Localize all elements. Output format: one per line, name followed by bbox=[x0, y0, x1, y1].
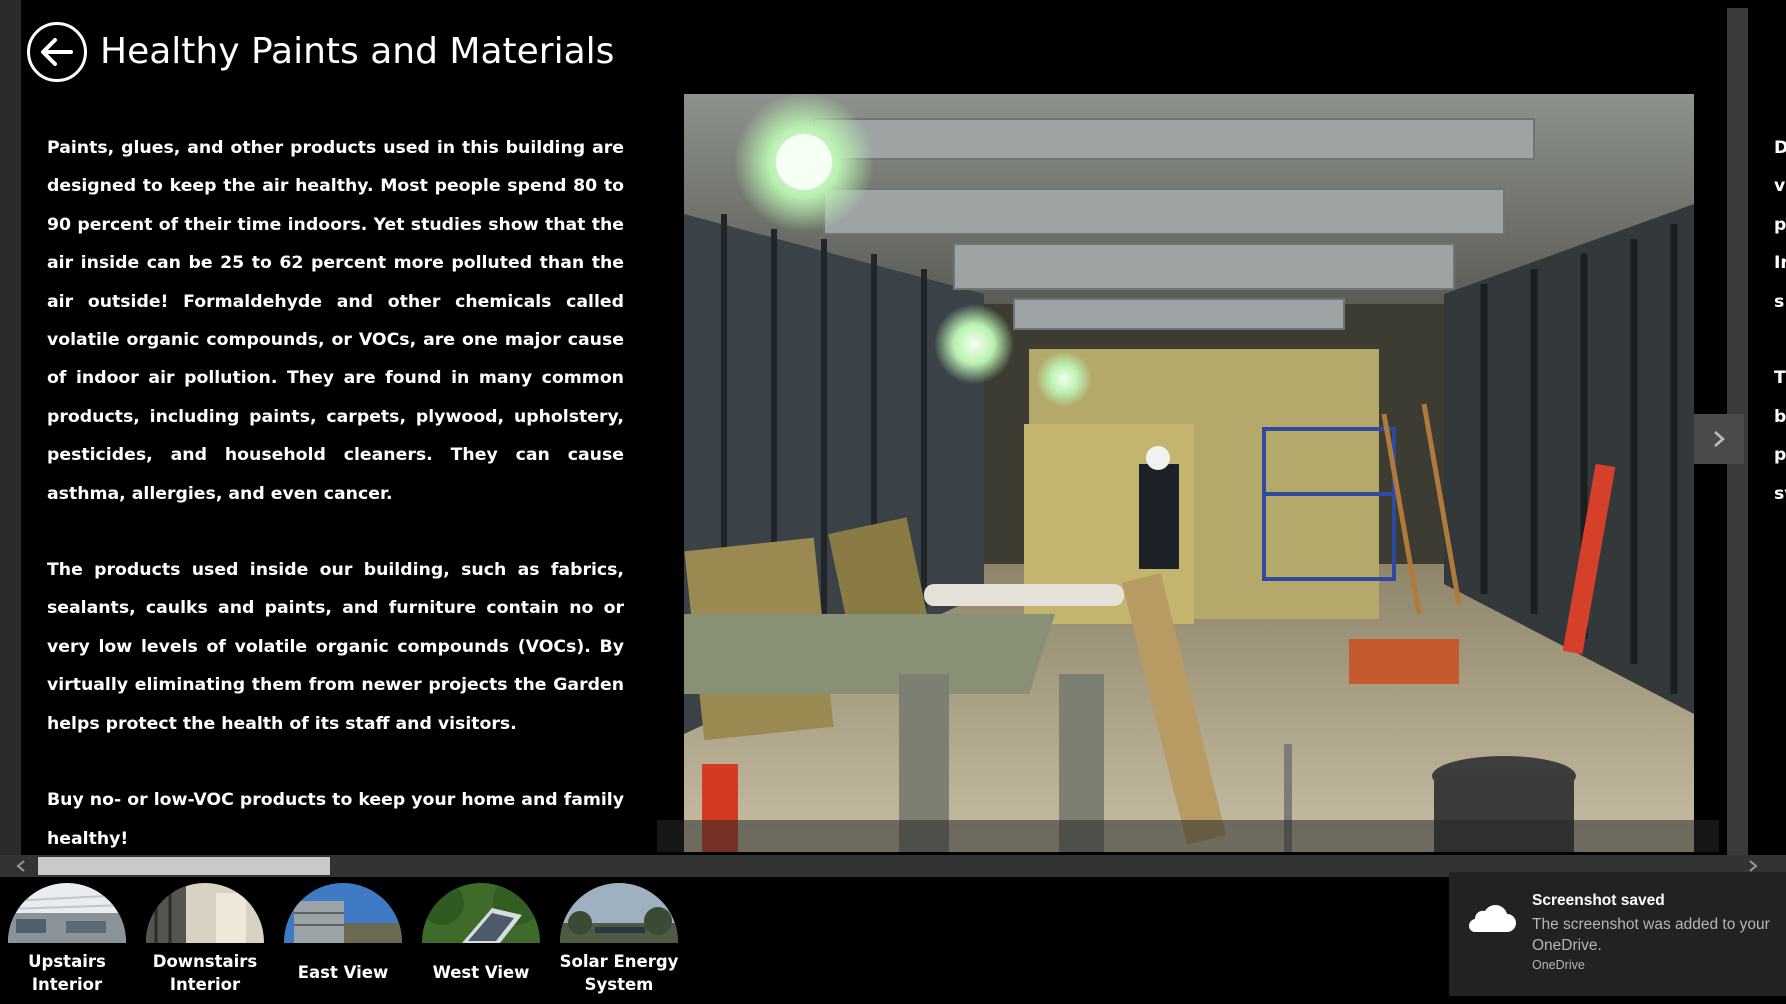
west-view-thumbnail bbox=[422, 883, 540, 943]
peek-line: v bbox=[1774, 176, 1786, 197]
peek-line: Ir bbox=[1774, 253, 1786, 274]
article-paragraph: Buy no- or low-VOC products to keep your… bbox=[47, 790, 624, 849]
article-paragraph: Paints, glues, and other products used i… bbox=[47, 138, 624, 504]
thumbnail-label: East View bbox=[297, 963, 389, 982]
onedrive-cloud-icon bbox=[1469, 905, 1516, 932]
solar-energy-thumbnail bbox=[560, 883, 678, 943]
chevron-right-icon bbox=[1749, 860, 1758, 872]
toast-message: The screenshot was added to your OneDriv… bbox=[1532, 916, 1770, 954]
thumbnail-label: Downstairs Interior bbox=[152, 952, 258, 994]
thumbnail-label: West View bbox=[432, 963, 530, 982]
peek-line: D bbox=[1774, 138, 1786, 158]
peek-line: sy bbox=[1774, 483, 1786, 504]
thumbnail-label: Upstairs Interior bbox=[28, 952, 106, 994]
peek-line: T bbox=[1774, 368, 1786, 389]
toast-source: OneDrive bbox=[1532, 958, 1585, 972]
thumbnail-east-view[interactable]: East View bbox=[282, 880, 404, 1004]
thumbnail-west-view[interactable]: West View bbox=[420, 880, 542, 1004]
toast-title: Screenshot saved bbox=[1532, 892, 1665, 909]
upstairs-interior-thumbnail bbox=[8, 883, 126, 943]
peek-line: p bbox=[1774, 445, 1786, 466]
thumbnail-label: Solar Energy System bbox=[559, 952, 679, 994]
screenshot-toast[interactable]: Screenshot saved The screenshot was adde… bbox=[1449, 872, 1786, 996]
back-button[interactable] bbox=[27, 22, 87, 82]
app-window: Healthy Paints and Materials Paints, glu… bbox=[0, 0, 1786, 1004]
article-body: Paints, glues, and other products used i… bbox=[47, 129, 624, 896]
thumbnail-upstairs-interior[interactable]: Upstairs Interior bbox=[6, 880, 128, 1004]
back-arrow-icon bbox=[41, 38, 73, 66]
construction-photo bbox=[684, 94, 1694, 852]
page-title: Healthy Paints and Materials bbox=[100, 31, 615, 72]
chevron-left-icon bbox=[16, 860, 25, 872]
downstairs-interior-thumbnail bbox=[146, 883, 264, 943]
east-view-thumbnail bbox=[284, 883, 402, 943]
section-thumbnails: Upstairs Interior Downstairs Interior Ea… bbox=[0, 880, 700, 1004]
photo-caption-bar bbox=[657, 820, 1719, 852]
thumbnail-solar-energy-system[interactable]: Solar Energy System bbox=[558, 880, 680, 1004]
article-paragraph: The products used inside our building, s… bbox=[47, 560, 624, 734]
scroll-left-button[interactable] bbox=[10, 855, 32, 877]
left-edge-bar bbox=[0, 0, 21, 855]
peek-line: s bbox=[1774, 291, 1785, 312]
scrollbar-thumb[interactable] bbox=[38, 857, 330, 875]
next-section-button[interactable] bbox=[1694, 414, 1744, 464]
peek-line bbox=[1774, 321, 1786, 359]
peek-line: b bbox=[1774, 406, 1786, 427]
chevron-right-icon bbox=[1714, 431, 1725, 447]
thumbnail-downstairs-interior[interactable]: Downstairs Interior bbox=[144, 880, 266, 1004]
peek-line: p bbox=[1774, 214, 1786, 235]
next-section-peek: D v p Ir s T b p sy bbox=[1774, 129, 1786, 513]
